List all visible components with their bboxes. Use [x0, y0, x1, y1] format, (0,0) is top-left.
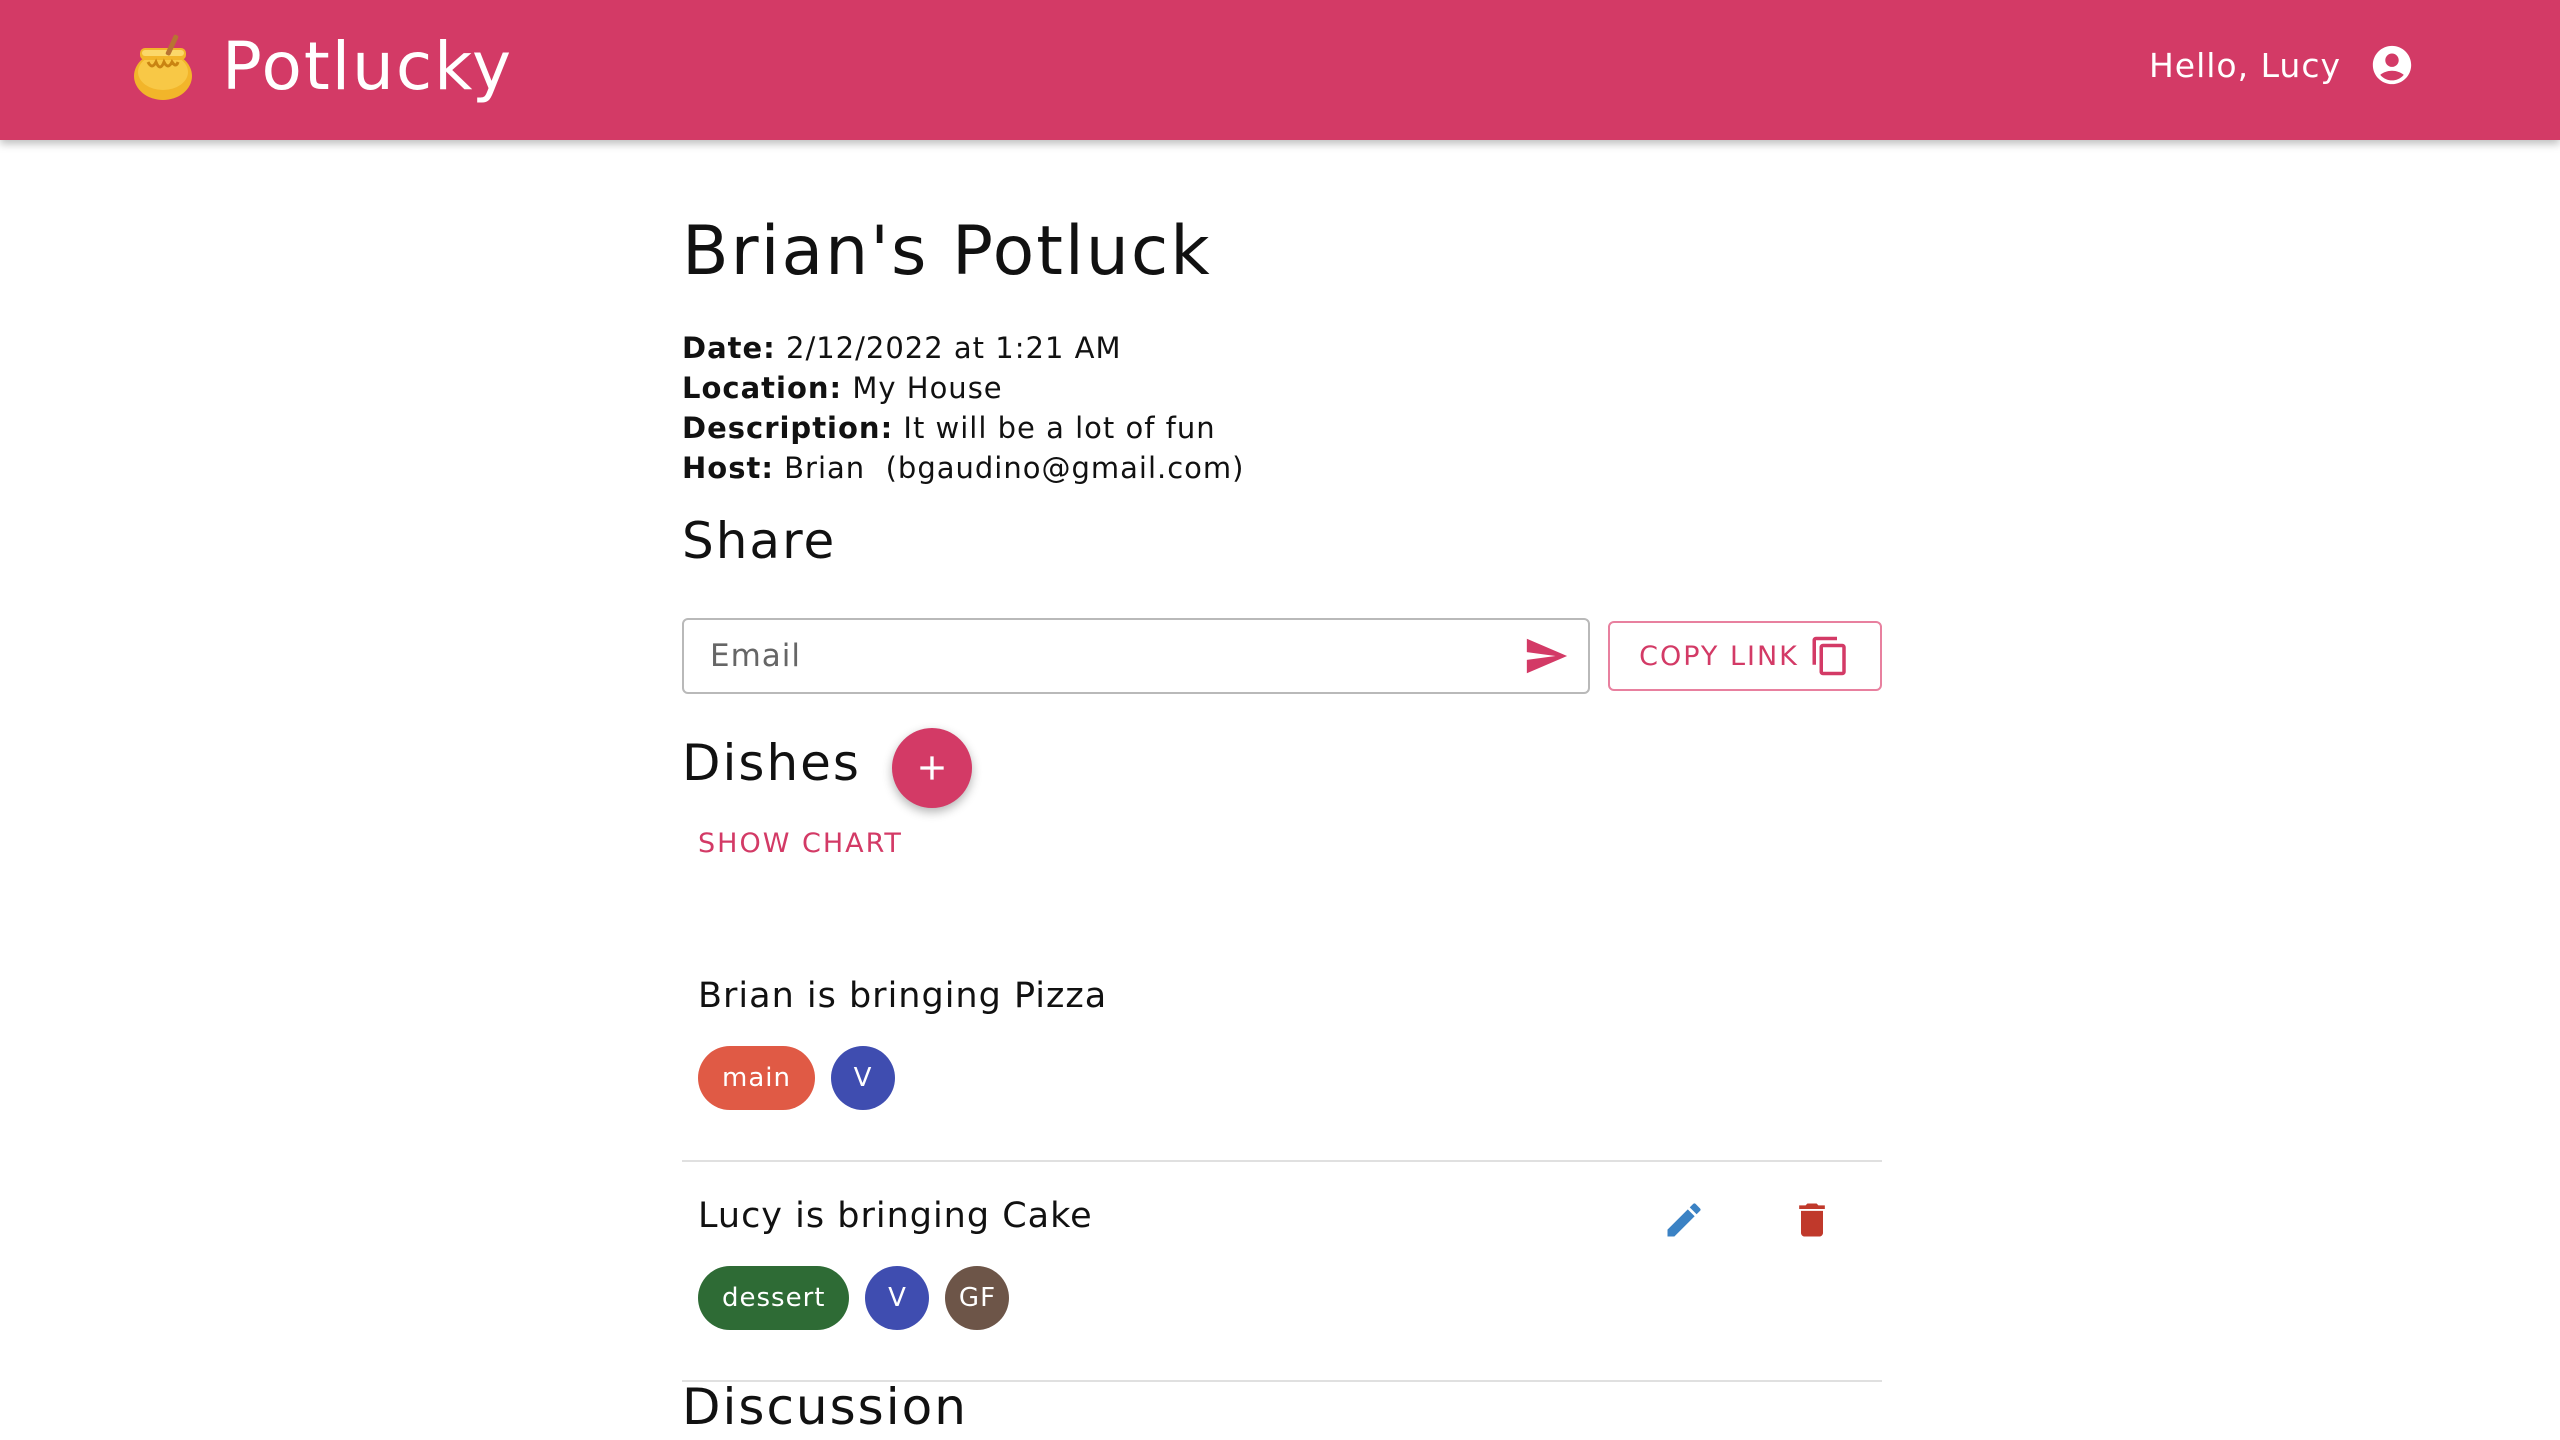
edit-dish-button[interactable] [1656, 1192, 1712, 1248]
trash-icon [1799, 1203, 1825, 1237]
share-heading: Share [682, 512, 837, 570]
show-chart-button[interactable]: SHOW CHART [698, 828, 903, 859]
detail-host: Host: Brian (bgaudino@gmail.com) [682, 448, 1244, 488]
discussion-heading: Discussion [682, 1378, 968, 1436]
honey-pot-icon [134, 34, 192, 100]
tag-chip-dessert: dessert [698, 1266, 850, 1330]
add-dish-button[interactable] [892, 728, 972, 808]
detail-location: Location: My House [682, 368, 1244, 408]
detail-value: My House [852, 371, 1003, 405]
copy-link-button[interactable]: COPY LINK [1608, 621, 1882, 691]
tag-chip-vegetarian: V [830, 1046, 895, 1110]
app-bar: Potlucky Hello, Lucy [0, 0, 2560, 140]
app-title: Potlucky [222, 28, 514, 105]
detail-label: Date: [682, 331, 776, 365]
send-invite-button[interactable] [1518, 628, 1574, 684]
pencil-icon [1667, 1203, 1701, 1237]
detail-label: Location: [682, 371, 843, 405]
tag-chip-vegetarian: V [865, 1266, 930, 1330]
send-icon [1526, 638, 1568, 674]
dish-text: Lucy is bringing Cake [698, 1196, 1093, 1236]
dish-list-item: Brian is bringing Pizza main V [682, 942, 1882, 1162]
detail-label: Description: [682, 411, 894, 445]
dishes-heading: Dishes [682, 734, 861, 792]
email-field [682, 618, 1590, 694]
dish-list-item: Lucy is bringing Cake dessert V GF [682, 1162, 1882, 1382]
detail-value: Brian (bgaudino@gmail.com) [784, 451, 1245, 485]
brand[interactable]: Potlucky [130, 22, 513, 112]
account-circle-icon[interactable] [2369, 42, 2415, 88]
user-menu[interactable]: Hello, Lucy [2149, 42, 2415, 88]
detail-description: Description: It will be a lot of fun [682, 408, 1244, 448]
dish-actions [1656, 1192, 1882, 1248]
detail-label: Host: [682, 451, 774, 485]
plus-icon [920, 756, 944, 780]
dish-tags: dessert V GF [698, 1266, 1025, 1330]
copy-icon [1812, 636, 1846, 676]
detail-value: 2/12/2022 at 1:21 AM [786, 331, 1122, 365]
delete-dish-button[interactable] [1784, 1192, 1840, 1248]
page-title: Brian's Potluck [682, 212, 1212, 291]
event-details: Date: 2/12/2022 at 1:21 AM Location: My … [682, 328, 1244, 488]
dish-text: Brian is bringing Pizza [698, 976, 1108, 1016]
tag-chip-main: main [698, 1046, 815, 1110]
copy-link-label: COPY LINK [1639, 640, 1799, 672]
detail-date: Date: 2/12/2022 at 1:21 AM [682, 328, 1244, 368]
email-input[interactable] [684, 637, 1518, 675]
user-greeting: Hello, Lucy [2148, 45, 2341, 85]
dish-tags: main V [698, 1046, 911, 1110]
detail-value: It will be a lot of fun [903, 411, 1216, 445]
tag-chip-gluten-free: GF [945, 1266, 1010, 1330]
